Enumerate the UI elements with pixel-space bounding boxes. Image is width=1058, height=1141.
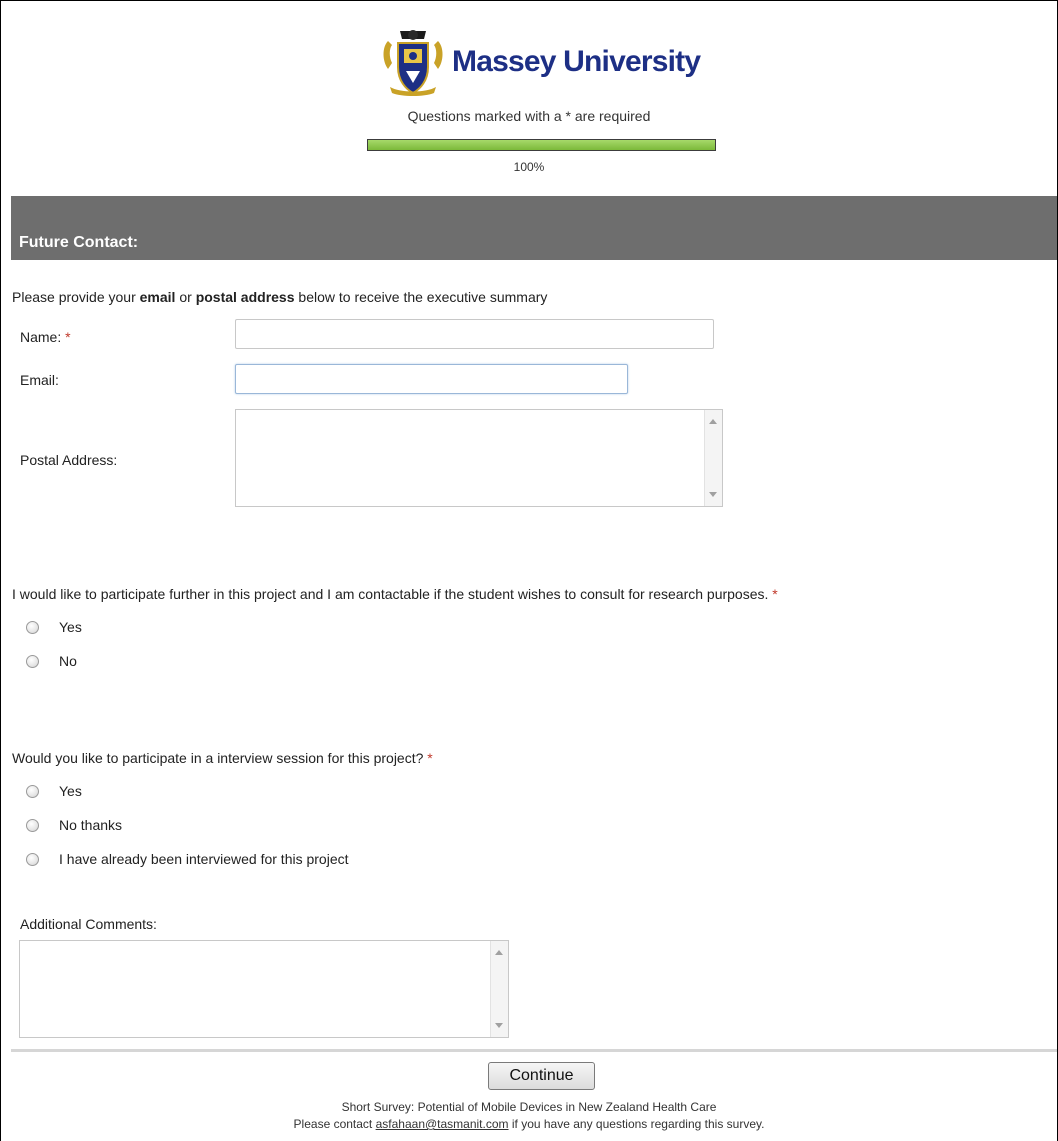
q2-option-yes[interactable]: Yes <box>26 783 82 799</box>
q2-option-no-thanks-label: No thanks <box>59 817 123 833</box>
intro-text: Please provide your email or postal addr… <box>12 289 547 305</box>
postal-scrollbar[interactable] <box>704 410 722 506</box>
continue-button[interactable]: Continue <box>488 1062 595 1090</box>
email-label: Email: <box>20 372 59 388</box>
radio-button[interactable] <box>26 784 39 798</box>
required-marker: * <box>427 750 433 766</box>
question-participate-further: I would like to participate further in t… <box>12 586 778 602</box>
additional-comments-textarea[interactable] <box>19 940 509 1038</box>
radio-button[interactable] <box>26 654 39 668</box>
required-marker: * <box>65 329 71 345</box>
postal-address-label: Postal Address: <box>20 452 118 468</box>
progress-bar <box>367 139 716 151</box>
name-input[interactable] <box>235 319 714 349</box>
q1-option-no[interactable]: No <box>26 653 77 669</box>
question-interview-session: Would you like to participate in a inter… <box>12 750 433 766</box>
email-input[interactable] <box>235 364 628 394</box>
q2-option-yes-label: Yes <box>59 783 82 799</box>
intro-suffix: below to receive the executive summary <box>294 289 548 305</box>
required-marker: * <box>772 586 778 602</box>
brand-logo: Massey University <box>380 26 710 98</box>
postal-address-textarea[interactable] <box>235 409 723 507</box>
scroll-up-icon[interactable] <box>709 419 717 424</box>
progress-fill <box>368 140 715 150</box>
contact-suffix: if you have any questions regarding this… <box>508 1117 765 1131</box>
section-header: Future Contact: <box>11 196 1057 260</box>
radio-button[interactable] <box>26 818 39 832</box>
radio-button[interactable] <box>26 852 39 866</box>
radio-button[interactable] <box>26 620 39 634</box>
q1-option-yes[interactable]: Yes <box>26 619 82 635</box>
required-note: Questions marked with a * are required <box>407 108 651 124</box>
section-title: Future Contact: <box>19 234 139 251</box>
q1-option-no-label: No <box>59 653 77 669</box>
intro-prefix: Please provide your <box>12 289 140 305</box>
contact-email-link[interactable]: asfahaan@tasmanit.com <box>376 1117 509 1131</box>
university-crest-icon <box>383 30 443 96</box>
survey-title: Short Survey: Potential of Mobile Device… <box>341 1100 717 1114</box>
intro-postal-bold: postal address <box>195 289 295 305</box>
additional-comments-label: Additional Comments: <box>20 916 157 932</box>
progress-percent: 100% <box>513 160 545 174</box>
q1-option-yes-label: Yes <box>59 619 82 635</box>
brand-name: Massey University <box>452 45 701 78</box>
scroll-down-icon[interactable] <box>709 492 717 497</box>
q2-option-already-interviewed[interactable]: I have already been interviewed for this… <box>26 851 349 867</box>
q2-text: Would you like to participate in a inter… <box>12 750 424 766</box>
intro-or: or <box>175 289 196 305</box>
scroll-down-icon[interactable] <box>495 1023 503 1028</box>
name-label-text: Name: <box>20 329 62 345</box>
contact-line: Please contact asfahaan@tasmanit.com if … <box>0 1117 1058 1131</box>
scroll-up-icon[interactable] <box>495 950 503 955</box>
comments-scrollbar[interactable] <box>490 941 508 1037</box>
intro-email-bold: email <box>139 289 176 305</box>
name-label: Name: * <box>20 329 71 345</box>
q1-text: I would like to participate further in t… <box>12 586 769 602</box>
q2-option-already-interviewed-label: I have already been interviewed for this… <box>59 851 349 867</box>
divider <box>11 1049 1057 1052</box>
contact-prefix: Please contact <box>293 1117 376 1131</box>
q2-option-no-thanks[interactable]: No thanks <box>26 817 122 833</box>
